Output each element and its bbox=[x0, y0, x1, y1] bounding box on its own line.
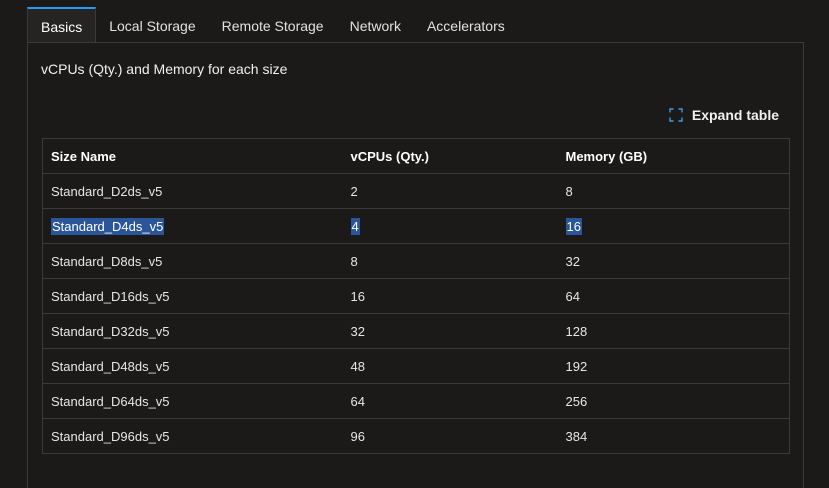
vcpus-cell: 2 bbox=[342, 173, 558, 209]
basics-panel: vCPUs (Qty.) and Memory for each size Ex… bbox=[27, 42, 804, 488]
tab-bar: Basics Local Storage Remote Storage Netw… bbox=[27, 7, 518, 43]
memory-cell: 8 bbox=[557, 173, 790, 209]
size-name-cell: Standard_D32ds_v5 bbox=[42, 313, 343, 349]
memory-cell: 64 bbox=[557, 278, 790, 314]
size-name-cell: Standard_D96ds_v5 bbox=[42, 418, 343, 454]
size-name-cell: Standard_D8ds_v5 bbox=[42, 243, 343, 279]
memory-cell: 16 bbox=[557, 208, 790, 244]
tab-accelerators[interactable]: Accelerators bbox=[414, 7, 518, 41]
memory-cell: 128 bbox=[557, 313, 790, 349]
expand-icon bbox=[669, 108, 683, 122]
table-row-selected[interactable]: Standard_D4ds_v5 4 16 bbox=[42, 208, 790, 244]
memory-cell: 384 bbox=[557, 418, 790, 454]
table-row[interactable]: Standard_D48ds_v5 48 192 bbox=[42, 348, 790, 384]
memory-cell: 192 bbox=[557, 348, 790, 384]
selected-text: 4 bbox=[350, 217, 360, 235]
table-header-row: Size Name vCPUs (Qty.) Memory (GB) bbox=[42, 138, 790, 174]
vcpus-cell: 8 bbox=[342, 243, 558, 279]
selected-text: 16 bbox=[565, 217, 582, 235]
vcpus-cell: 4 bbox=[342, 208, 558, 244]
memory-cell: 256 bbox=[557, 383, 790, 419]
vcpus-cell: 96 bbox=[342, 418, 558, 454]
table-row[interactable]: Standard_D16ds_v5 16 64 bbox=[42, 278, 790, 314]
size-name-cell: Standard_D2ds_v5 bbox=[42, 173, 343, 209]
tab-local-storage[interactable]: Local Storage bbox=[96, 7, 208, 41]
tab-basics[interactable]: Basics bbox=[27, 7, 97, 43]
vcpus-cell: 64 bbox=[342, 383, 558, 419]
selected-text: Standard_D4ds_v5 bbox=[51, 217, 165, 235]
expand-table-button[interactable]: Expand table bbox=[669, 107, 779, 123]
size-name-cell: Standard_D48ds_v5 bbox=[42, 348, 343, 384]
vcpus-cell: 48 bbox=[342, 348, 558, 384]
table-row[interactable]: Standard_D2ds_v5 2 8 bbox=[42, 173, 790, 209]
size-name-cell: Standard_D4ds_v5 bbox=[42, 208, 343, 244]
vcpus-cell: 16 bbox=[342, 278, 558, 314]
memory-cell: 32 bbox=[557, 243, 790, 279]
table-row[interactable]: Standard_D64ds_v5 64 256 bbox=[42, 383, 790, 419]
size-name-cell: Standard_D16ds_v5 bbox=[42, 278, 343, 314]
root: Basics Local Storage Remote Storage Netw… bbox=[0, 0, 829, 488]
table-row[interactable]: Standard_D96ds_v5 96 384 bbox=[42, 418, 790, 454]
table-row[interactable]: Standard_D32ds_v5 32 128 bbox=[42, 313, 790, 349]
column-header-memory[interactable]: Memory (GB) bbox=[557, 138, 790, 174]
column-header-size-name[interactable]: Size Name bbox=[42, 138, 343, 174]
table-row[interactable]: Standard_D8ds_v5 8 32 bbox=[42, 243, 790, 279]
panel-title: vCPUs (Qty.) and Memory for each size bbox=[41, 61, 288, 77]
expand-table-label: Expand table bbox=[691, 107, 779, 123]
column-header-vcpus[interactable]: vCPUs (Qty.) bbox=[342, 138, 558, 174]
vcpus-cell: 32 bbox=[342, 313, 558, 349]
tab-network[interactable]: Network bbox=[337, 7, 414, 41]
tab-remote-storage[interactable]: Remote Storage bbox=[209, 7, 337, 41]
sizes-table: Size Name vCPUs (Qty.) Memory (GB) Stand… bbox=[42, 138, 790, 454]
size-name-cell: Standard_D64ds_v5 bbox=[42, 383, 343, 419]
